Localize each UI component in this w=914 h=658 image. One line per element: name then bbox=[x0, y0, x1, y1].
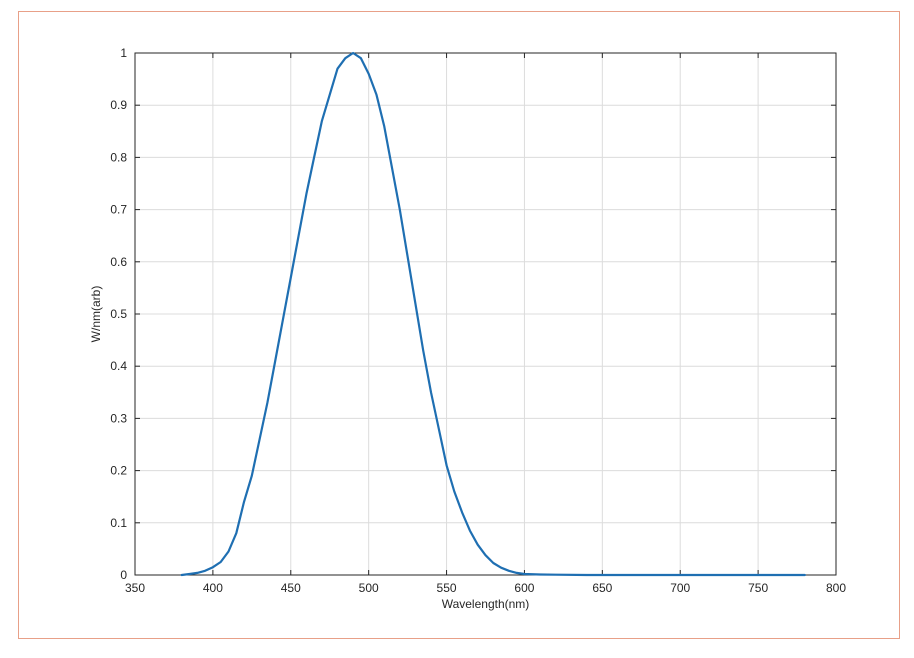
x-tick-label: 450 bbox=[281, 581, 301, 595]
wavelength-chart: 350 400 450 500 550 600 650 700 750 800 0 0.1 0.2 0.… bbox=[89, 46, 846, 611]
y-tick-label: 0.4 bbox=[110, 359, 127, 373]
x-tick-label: 650 bbox=[592, 581, 612, 595]
y-tick-label: 0.2 bbox=[110, 464, 127, 478]
x-tick-label: 800 bbox=[826, 581, 846, 595]
x-tick-label: 600 bbox=[514, 581, 534, 595]
y-tick-label: 0.9 bbox=[110, 98, 127, 112]
x-tick-label: 750 bbox=[748, 581, 768, 595]
x-axis-label: Wavelength(nm) bbox=[442, 597, 530, 611]
grid bbox=[134, 52, 837, 576]
y-tick-label: 0.8 bbox=[110, 150, 127, 164]
x-tick-label: 550 bbox=[437, 581, 457, 595]
x-tick-label: 700 bbox=[670, 581, 690, 595]
x-tick-label: 400 bbox=[203, 581, 223, 595]
y-tick-label: 0.7 bbox=[110, 203, 127, 217]
x-tick-label: 350 bbox=[125, 581, 145, 595]
y-tick-label: 1 bbox=[120, 46, 127, 60]
y-tick-label: 0.5 bbox=[110, 307, 127, 321]
y-axis-label: W/nm(arb) bbox=[89, 286, 103, 343]
y-tick-label: 0.3 bbox=[110, 411, 127, 425]
y-tick-label: 0.6 bbox=[110, 255, 127, 269]
x-axis: 350 400 450 500 550 600 650 700 750 800 bbox=[125, 53, 846, 595]
x-tick-label: 500 bbox=[359, 581, 379, 595]
y-tick-label: 0 bbox=[120, 568, 127, 582]
y-tick-label: 0.1 bbox=[110, 516, 127, 530]
